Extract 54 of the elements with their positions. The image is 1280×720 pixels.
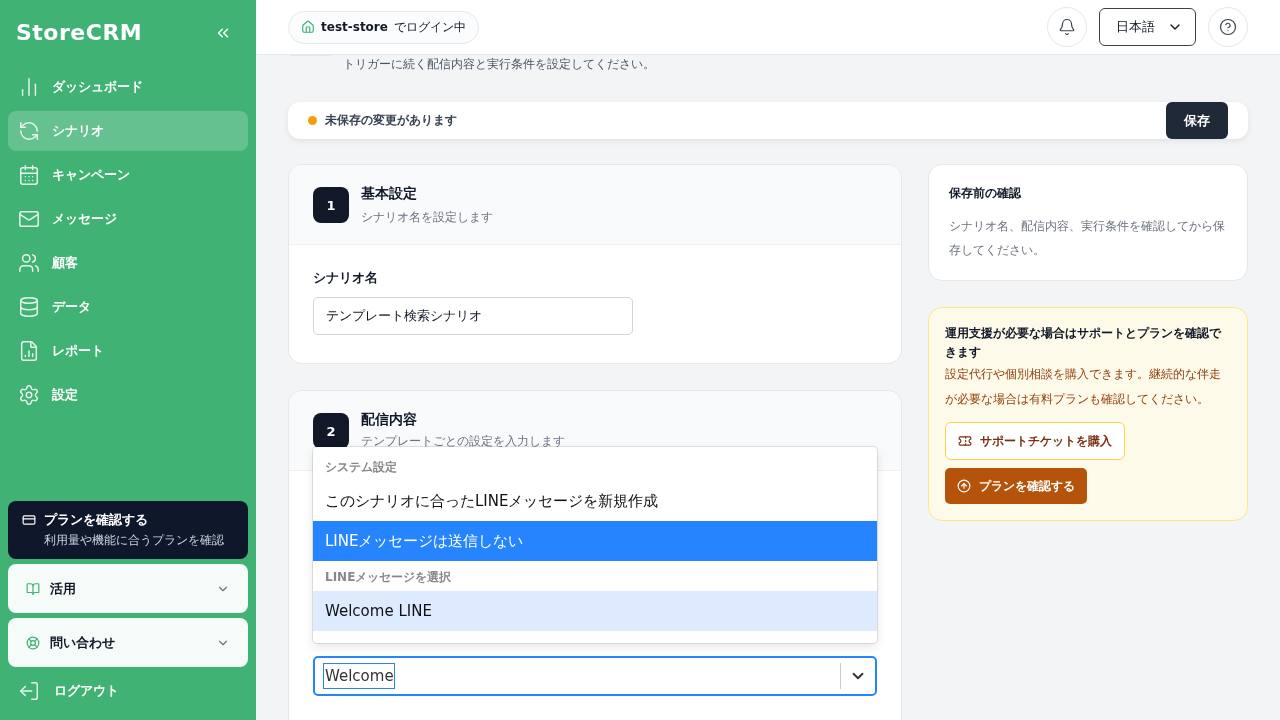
step-title: 配信内容 <box>361 411 418 429</box>
step-number: 1 <box>313 187 349 223</box>
language-select[interactable]: 日本語 <box>1099 8 1196 46</box>
step-number: 2 <box>313 413 349 449</box>
lifebuoy-icon <box>26 635 40 650</box>
review-text: シナリオ名、配信内容、実行条件を確認してから保存してください。 <box>949 218 1226 259</box>
settings-icon <box>18 384 40 406</box>
ticket-button[interactable]: サポートチケットを購入 <box>945 422 1125 460</box>
scenario-name-field[interactable]: テンプレート検索シナリオ <box>313 297 633 335</box>
help-icon <box>1219 18 1237 36</box>
ticket-icon <box>958 434 972 448</box>
plan-button[interactable]: プランを確認する <box>945 468 1087 504</box>
search-input[interactable]: Welcome <box>323 663 395 689</box>
credit-card-icon <box>22 513 36 527</box>
login-status: でログイン中 <box>393 18 466 36</box>
unsaved-message: 未保存の変更があります <box>325 112 458 129</box>
support-text: 設定代行や個別相談を購入できます。継続的な伴走が必要な場合は有料プランも確認してください。 <box>945 366 1222 408</box>
refresh-icon <box>18 120 40 142</box>
section-label: 問い合わせ <box>50 633 116 652</box>
store-name: test-store <box>321 20 388 34</box>
sidebar-section[interactable]: 活用 <box>8 564 248 613</box>
support-title: 運用支援が必要な場合はサポートとプランを確認できます <box>945 325 1223 361</box>
step-title: 基本設定 <box>361 185 418 203</box>
plan-card-title: プランを確認する <box>44 511 148 529</box>
step-subtitle: テンプレートごとの設定を入力します <box>361 433 565 450</box>
bell-icon <box>1058 18 1076 36</box>
step-subtitle: シナリオ名を設定します <box>361 209 493 226</box>
logo: StoreCRM <box>16 20 143 45</box>
help-button[interactable] <box>1208 7 1248 47</box>
dropdown-option[interactable]: Welcome LINE <box>313 591 877 631</box>
group-label: LINEメッセージを選択 <box>324 569 453 586</box>
book-icon <box>26 581 40 596</box>
dropdown-option[interactable]: LINEメッセージは送信しない <box>313 521 877 561</box>
section-label: 活用 <box>50 579 77 598</box>
plan-card-subtitle: 利用量や機能に合うプランを確認 <box>43 532 225 549</box>
status-dot <box>308 116 317 125</box>
dropdown-option[interactable]: このシナリオに合ったLINEメッセージを新規作成 <box>313 481 877 521</box>
group-label: システム設定 <box>324 459 398 476</box>
field-label: シナリオ名 <box>313 269 379 287</box>
review-title: 保存前の確認 <box>949 185 1022 202</box>
notification-button[interactable] <box>1047 7 1087 47</box>
document-chart-icon <box>18 340 40 362</box>
plan-card[interactable]: プランを確認する 利用量や機能に合うプランを確認 <box>8 501 248 559</box>
mail-icon <box>18 208 40 230</box>
database-icon <box>18 296 40 318</box>
page-description: トリガーに続く配信内容と実行条件を設定してください。 <box>342 56 656 73</box>
calendar-icon <box>18 164 40 186</box>
template-select[interactable]: Welcome <box>313 656 877 696</box>
logout-icon <box>18 680 40 702</box>
sidebar-section[interactable]: 問い合わせ <box>8 618 248 667</box>
arrow-up-circle-icon <box>957 479 971 493</box>
save-button[interactable]: 保存 <box>1166 102 1228 139</box>
home-icon <box>301 20 315 34</box>
users-icon <box>18 252 40 274</box>
